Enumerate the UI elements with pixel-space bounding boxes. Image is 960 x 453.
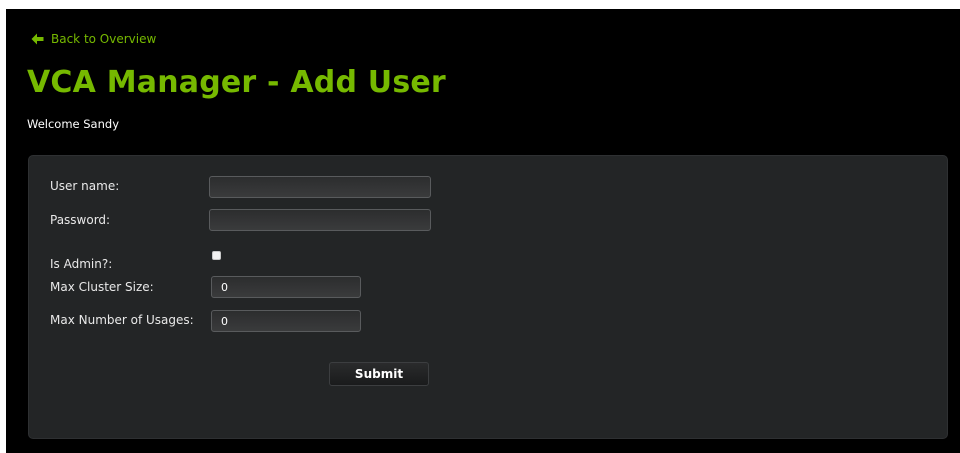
username-label: User name: <box>50 179 120 193</box>
username-input[interactable] <box>209 176 431 198</box>
back-link-label: Back to Overview <box>51 32 157 46</box>
password-label: Password: <box>50 213 111 227</box>
app-window: Back to Overview VCA Manager - Add User … <box>6 9 960 453</box>
is-admin-label: Is Admin?: <box>50 257 113 271</box>
arrow-left-icon <box>31 33 44 45</box>
password-input[interactable] <box>209 209 431 231</box>
page-title: VCA Manager - Add User <box>27 65 446 100</box>
max-number-of-usages-label: Max Number of Usages: <box>50 313 194 327</box>
max-number-of-usages-input[interactable] <box>211 310 361 332</box>
add-user-form: User name: Password: Is Admin?: Max Clus… <box>28 155 948 439</box>
max-cluster-size-input[interactable] <box>211 276 361 298</box>
back-to-overview-link[interactable]: Back to Overview <box>31 32 156 46</box>
submit-button[interactable]: Submit <box>329 362 429 386</box>
welcome-message: Welcome Sandy <box>27 117 119 131</box>
is-admin-checkbox[interactable] <box>212 251 221 260</box>
max-cluster-size-label: Max Cluster Size: <box>50 280 154 294</box>
